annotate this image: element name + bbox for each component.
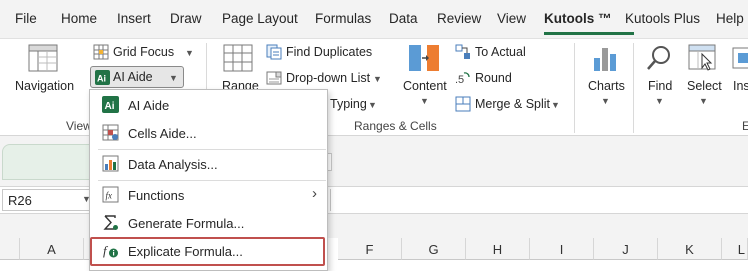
tab-kutools-plus[interactable]: Kutools Plus (625, 11, 700, 26)
view-group-label: View (66, 119, 92, 133)
ai-aide-label: AI Aide (113, 70, 153, 84)
menu-item-functions[interactable]: fx Functions › (90, 182, 327, 208)
chevron-down-icon: ▼ (368, 100, 377, 110)
grid-focus-label: Grid Focus (113, 45, 175, 59)
chevron-down-icon: ▼ (551, 100, 560, 110)
select-all-corner[interactable] (0, 238, 20, 260)
menu-separator (98, 180, 326, 181)
menu-separator (98, 149, 326, 150)
column-header[interactable]: F (338, 238, 402, 260)
column-header[interactable]: K (658, 238, 722, 260)
chevron-down-icon: ▼ (655, 96, 664, 106)
dropdown-list-label: Drop-down List (286, 71, 371, 85)
search-icon (647, 46, 670, 70)
menu-item-label: Functions (128, 188, 185, 203)
svg-text:Ai: Ai (105, 101, 115, 112)
column-header[interactable]: L (722, 238, 748, 260)
menu-item-label: Generate Formula... (128, 216, 245, 231)
tab-formulas[interactable]: Formulas (315, 11, 371, 26)
select-icon (688, 44, 716, 71)
charts-icon (594, 48, 616, 71)
menu-item-ai-aide[interactable]: Ai AI Aide (90, 92, 327, 118)
navigation-icon (28, 44, 58, 72)
round-label: Round (475, 71, 512, 85)
tab-help[interactable]: Help (716, 11, 744, 26)
typing-label: Typing (330, 97, 367, 111)
menu-item-label: AI Aide (128, 98, 170, 113)
menu-item-data-analysis[interactable]: Data Analysis... (90, 151, 327, 177)
chevron-right-icon: › (312, 185, 317, 202)
ai-aide-icon: Ai (102, 96, 119, 113)
dropdown-list-icon (266, 71, 282, 85)
find-duplicates-icon (266, 44, 282, 60)
column-header[interactable]: J (594, 238, 658, 260)
highlight-box (90, 237, 325, 266)
menu-item-label: Data Analysis... (128, 157, 218, 172)
group-separator (633, 43, 634, 133)
tab-page-layout[interactable]: Page Layout (222, 11, 298, 26)
column-header[interactable]: G (402, 238, 466, 260)
ranges-cells-group-label: Ranges & Cells (354, 119, 437, 133)
merge-split-label: Merge & Split (475, 97, 551, 111)
column-header[interactable]: I (530, 238, 594, 260)
merge-split-icon (455, 96, 471, 112)
tab-draw[interactable]: Draw (170, 11, 202, 26)
name-box[interactable]: R26 (2, 189, 94, 211)
tab-home[interactable]: Home (61, 11, 97, 26)
tab-view[interactable]: View (497, 11, 526, 26)
menu-bar: File Home Insert Draw Page Layout Formul… (0, 0, 748, 38)
range-icon (223, 44, 253, 72)
grid-focus-icon (93, 44, 109, 60)
content-icon (409, 45, 439, 71)
ai-aide-button[interactable]: Ai AI Aide ▼ (90, 66, 184, 88)
chevron-down-icon: ▼ (185, 48, 194, 58)
insert-icon (732, 47, 748, 69)
find-duplicates-label: Find Duplicates (286, 45, 373, 59)
chevron-down-icon: ▼ (601, 96, 610, 106)
ai-aide-dropdown-menu: Ai AI Aide Cells Aide... Data Analysis..… (89, 89, 328, 271)
round-icon: .5 (455, 72, 470, 86)
ai-aide-icon: Ai (95, 70, 110, 85)
group-separator (574, 43, 575, 133)
content-label: Content (403, 79, 447, 93)
chevron-down-icon: ▼ (169, 73, 178, 83)
chevron-down-icon: ▼ (420, 96, 429, 106)
chevron-down-icon: ▼ (373, 74, 382, 84)
select-label: Select (687, 79, 722, 93)
tab-file[interactable]: File (15, 11, 37, 26)
svg-text:fx: fx (106, 191, 113, 201)
menu-item-cells-aide[interactable]: Cells Aide... (90, 120, 327, 146)
navigation-label: Navigation (15, 79, 75, 93)
to-actual-label: To Actual (475, 45, 526, 59)
formula-input[interactable] (330, 189, 748, 211)
tab-insert[interactable]: Insert (117, 11, 151, 26)
to-actual-icon (455, 44, 470, 59)
data-analysis-icon (102, 155, 119, 172)
editing-group-label: E (742, 119, 748, 133)
svg-text:Ai: Ai (97, 74, 106, 84)
column-header[interactable]: A (20, 238, 84, 260)
find-label: Find (648, 79, 673, 93)
insert-label: Ins (733, 79, 748, 93)
tab-kutools[interactable]: Kutools ™ (544, 11, 612, 26)
menu-item-generate-formula[interactable]: Generate Formula... (90, 210, 327, 236)
charts-label: Charts (588, 79, 625, 93)
chevron-down-icon: ▼ (699, 96, 708, 106)
cells-aide-icon (102, 124, 119, 141)
functions-icon: fx (102, 186, 119, 203)
svg-text:.5: .5 (455, 74, 464, 86)
sigma-icon (103, 215, 118, 230)
tab-review[interactable]: Review (437, 11, 481, 26)
menu-item-label: Cells Aide... (128, 126, 197, 141)
active-tab-indicator (544, 32, 634, 35)
column-header[interactable]: H (466, 238, 530, 260)
tab-data[interactable]: Data (389, 11, 418, 26)
